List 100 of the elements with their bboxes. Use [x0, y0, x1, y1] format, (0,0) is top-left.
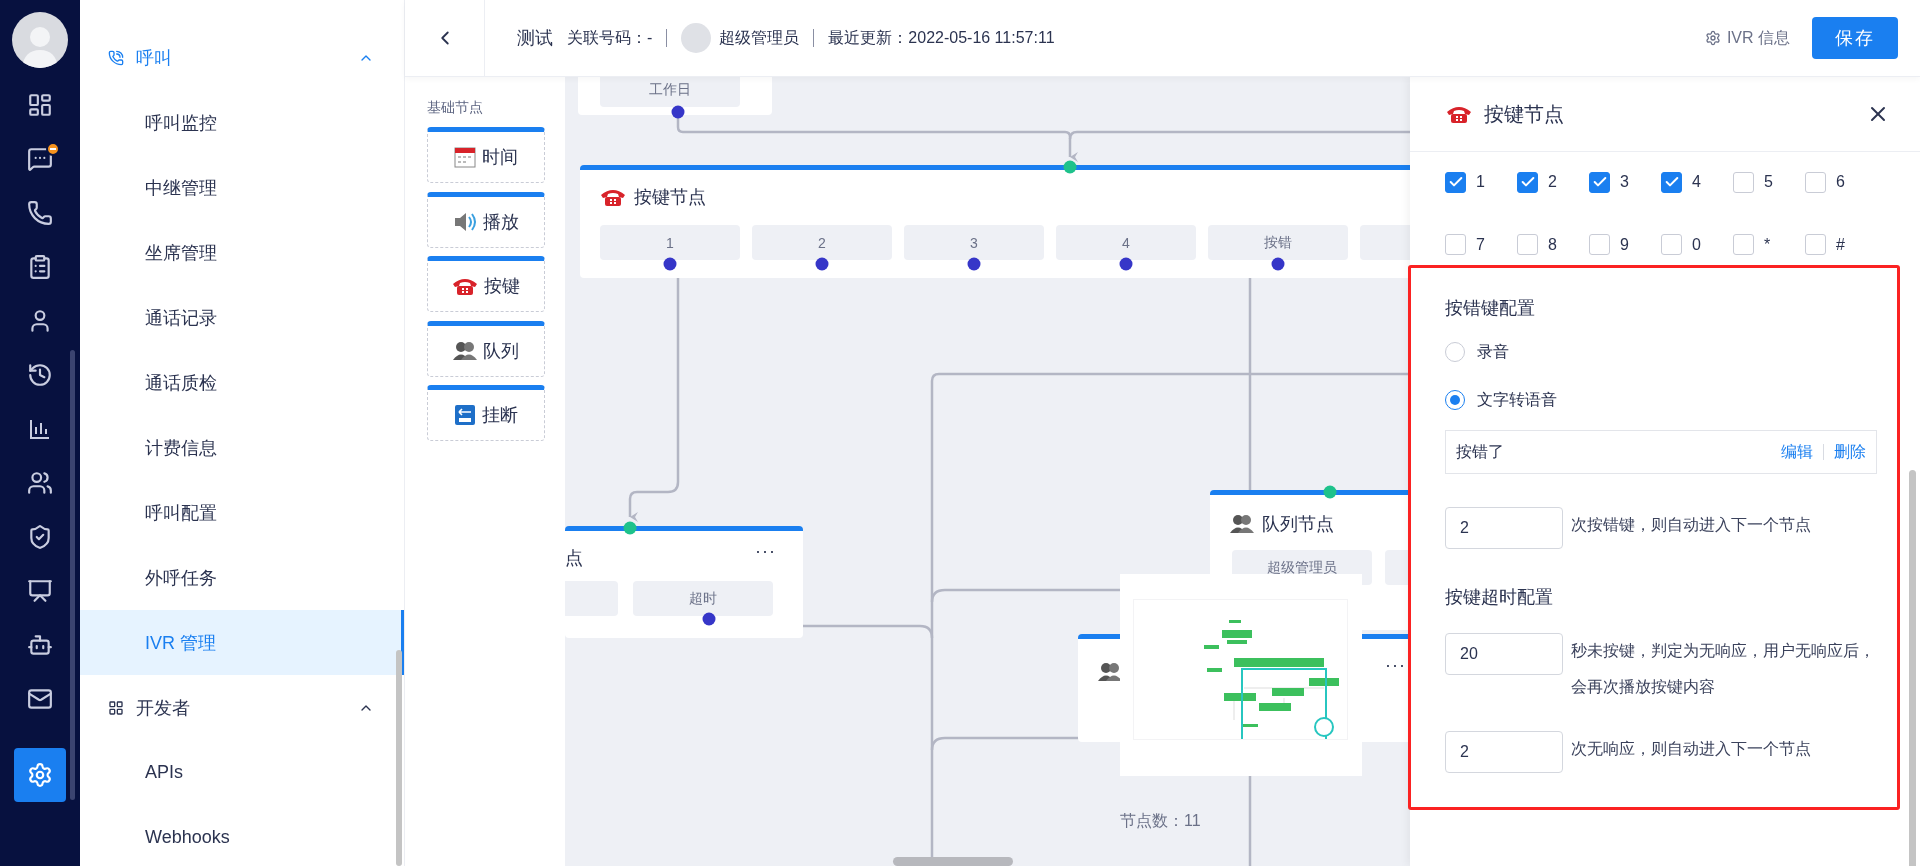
input-field[interactable]: 20: [1445, 633, 1563, 675]
checkbox[interactable]: [1805, 234, 1826, 256]
field-description: 次无响应，则自动进入下一个节点: [1571, 740, 1811, 757]
people-icon: [1230, 514, 1254, 534]
node-type-label: 按键: [484, 275, 520, 298]
branch-chip: 3: [904, 225, 1044, 260]
node-type-item[interactable]: 按键: [427, 256, 545, 312]
menu-item[interactable]: Webhooks: [80, 805, 404, 866]
scrollbar[interactable]: [70, 350, 75, 800]
port-dot[interactable]: [623, 521, 637, 535]
checkbox[interactable]: [1589, 171, 1610, 193]
key-label: 9: [1620, 235, 1629, 254]
bar-chart-icon: [28, 417, 52, 441]
robot-icon: [27, 632, 53, 658]
menu-item[interactable]: 通话记录: [80, 285, 404, 350]
phone-icon: [27, 200, 53, 226]
branch-chip: 4: [1056, 225, 1196, 260]
key-label: 1: [1476, 173, 1485, 192]
port-dot[interactable]: [1323, 485, 1337, 499]
checkbox[interactable]: [1661, 171, 1682, 193]
users-icon: [27, 470, 53, 496]
shield-check-icon: [27, 524, 53, 550]
key-label: 6: [1836, 173, 1845, 192]
more-menu[interactable]: ···: [1385, 655, 1406, 676]
minimap[interactable]: [1120, 574, 1362, 776]
node-title: 按键节点: [634, 186, 706, 209]
user-name: 超级管理员: [719, 27, 800, 48]
panel-title: 按键节点: [1484, 101, 1564, 127]
ivr-info-button[interactable]: IVR 信息: [1704, 27, 1790, 49]
node-type-label: 播放: [483, 210, 519, 234]
settings-icon: [27, 762, 53, 788]
checkbox[interactable]: [1517, 234, 1538, 256]
menu-item[interactable]: 外呼任务: [80, 545, 404, 610]
history-icon: [27, 362, 53, 388]
branch-chip: 按错: [1208, 225, 1348, 260]
key-label: 7: [1476, 235, 1485, 254]
checkbox[interactable]: [1589, 234, 1610, 256]
menu-item[interactable]: 计费信息: [80, 415, 404, 480]
section-title: 按错键配置: [1445, 297, 1536, 320]
last-updated: 最近更新：2022-05-16 11:57:11: [828, 27, 1055, 48]
key-label: 4: [1692, 173, 1701, 192]
end-sign-icon: [454, 404, 476, 426]
node-type-item[interactable]: 挂断: [427, 385, 545, 441]
people-icon: [1098, 662, 1122, 682]
menu-item[interactable]: 呼叫配置: [80, 480, 404, 545]
port-dot[interactable]: [671, 105, 685, 119]
input-field[interactable]: 2: [1445, 507, 1563, 549]
port-dot[interactable]: [1063, 160, 1077, 174]
checkbox[interactable]: [1733, 234, 1754, 256]
tts-text: 按错了: [1456, 441, 1505, 462]
node-title: 点: [565, 547, 583, 570]
notification-badge: [46, 142, 60, 156]
checkbox[interactable]: [1805, 171, 1826, 193]
checkbox[interactable]: [1445, 171, 1466, 193]
menu-item[interactable]: 呼叫监控: [80, 90, 404, 155]
radio-label: 文字转语音: [1477, 389, 1557, 410]
checkbox[interactable]: [1661, 234, 1682, 256]
key-label: 0: [1692, 235, 1701, 254]
save-button[interactable]: 保存: [1812, 17, 1898, 59]
node-count: 节点数：11: [1120, 811, 1201, 831]
people-icon: [453, 340, 477, 361]
branch-chip: 1: [600, 225, 740, 260]
scrollbar[interactable]: [1909, 470, 1916, 866]
linked-number: 关联号码：-: [567, 27, 653, 48]
menu-item[interactable]: 通话质检: [80, 350, 404, 415]
input-field[interactable]: 2: [1445, 731, 1563, 773]
menu-item[interactable]: 中继管理: [80, 155, 404, 220]
branch-chip: 工作日: [600, 77, 740, 107]
scrollbar[interactable]: [893, 857, 1013, 866]
key-label: 3: [1620, 173, 1629, 192]
node-type-label: 时间: [482, 146, 518, 169]
avatar[interactable]: [12, 12, 68, 68]
settings-button[interactable]: [14, 748, 66, 802]
scrollbar[interactable]: [396, 650, 402, 866]
edit-link[interactable]: 编辑: [1781, 441, 1813, 463]
field-description: 秒未按键，判定为无响应，用户无响应后，会再次播放按键内容: [1571, 642, 1875, 695]
key-label: 2: [1548, 173, 1557, 192]
dashboard-icon: [27, 92, 53, 118]
user-avatar: [681, 23, 712, 53]
node-type-item[interactable]: 队列: [427, 320, 545, 377]
checkbox[interactable]: [1445, 234, 1466, 256]
chat-icon: [27, 146, 53, 172]
more-menu[interactable]: ···: [755, 541, 776, 562]
menu-group[interactable]: 开发者: [80, 675, 404, 740]
key-label: 5: [1764, 173, 1773, 192]
menu-item[interactable]: 坐席管理: [80, 220, 404, 285]
checkbox[interactable]: [1517, 171, 1538, 193]
node-type-item[interactable]: 播放: [427, 191, 545, 248]
section-title: 按键超时配置: [1445, 586, 1554, 609]
settings-icon: [1704, 30, 1721, 46]
field-description: 次按错键，则自动进入下一个节点: [1571, 516, 1811, 533]
checkbox[interactable]: [1733, 171, 1754, 193]
menu-group[interactable]: 呼叫: [80, 25, 404, 90]
menu-item[interactable]: APIs: [80, 740, 404, 805]
node-type-label: 挂断: [482, 404, 518, 427]
palette-title: 基础节点: [427, 99, 484, 117]
node-type-item[interactable]: 时间: [427, 127, 545, 183]
telephone-icon: [600, 187, 626, 207]
delete-link[interactable]: 删除: [1834, 441, 1866, 463]
radio-label: 录音: [1477, 341, 1509, 362]
